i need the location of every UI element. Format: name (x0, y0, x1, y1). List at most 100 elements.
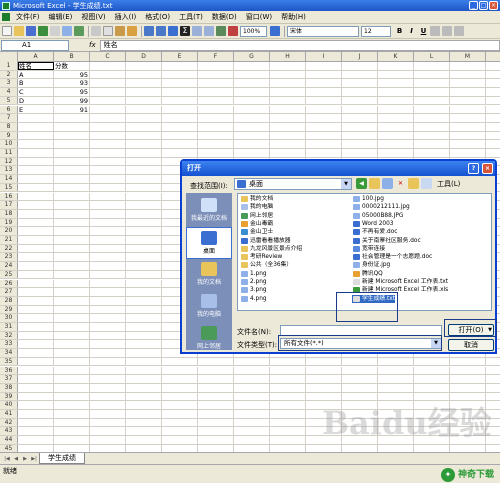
cell[interactable] (18, 401, 54, 409)
cell[interactable] (126, 296, 162, 305)
cell[interactable] (450, 149, 486, 157)
cell[interactable] (18, 175, 54, 183)
cell[interactable] (198, 122, 234, 131)
cell[interactable] (54, 114, 90, 122)
align-center-icon[interactable] (442, 26, 452, 36)
cell[interactable] (18, 279, 54, 288)
cell[interactable] (126, 340, 162, 349)
cell[interactable] (306, 357, 342, 366)
open-folder-icon[interactable] (14, 26, 24, 36)
cell[interactable] (90, 314, 126, 322)
cell[interactable] (234, 96, 270, 105)
row-header[interactable]: 32 (0, 331, 18, 340)
cell[interactable] (54, 244, 90, 253)
cell[interactable] (342, 357, 378, 366)
cell[interactable] (126, 149, 162, 157)
cell[interactable] (198, 114, 234, 122)
cell[interactable] (54, 227, 90, 235)
cell[interactable] (270, 62, 306, 70)
cell[interactable] (306, 140, 342, 148)
cell[interactable] (306, 88, 342, 96)
cell[interactable] (162, 436, 198, 444)
cell[interactable] (270, 140, 306, 148)
cell[interactable] (18, 296, 54, 305)
cell[interactable] (162, 140, 198, 148)
cell[interactable] (162, 410, 198, 418)
cell[interactable] (162, 392, 198, 401)
cell[interactable] (234, 410, 270, 418)
cell[interactable] (234, 140, 270, 148)
cell[interactable] (54, 401, 90, 409)
print-icon[interactable] (50, 26, 60, 36)
sort-ascending-icon[interactable] (192, 26, 202, 36)
file-item[interactable]: 腾讯QQ (352, 270, 383, 278)
cell[interactable] (306, 418, 342, 427)
cell[interactable] (378, 401, 414, 409)
cell[interactable] (198, 427, 234, 436)
cell[interactable] (342, 383, 378, 392)
cell[interactable] (126, 383, 162, 392)
cell[interactable] (270, 79, 306, 88)
file-item[interactable]: 网上邻居 (240, 212, 273, 220)
cell[interactable] (450, 88, 486, 96)
row-header[interactable]: 8 (0, 122, 18, 131)
file-item[interactable]: Word 2003 (352, 220, 394, 228)
cell[interactable] (450, 436, 486, 444)
cell[interactable] (54, 201, 90, 209)
cell[interactable] (342, 105, 378, 114)
cell[interactable] (126, 105, 162, 114)
cancel-button[interactable]: 取消 (448, 339, 494, 351)
cell[interactable] (90, 140, 126, 148)
row-header[interactable]: 25 (0, 270, 18, 279)
italic-button[interactable]: I (406, 26, 417, 37)
column-header[interactable]: D (126, 52, 162, 62)
cell[interactable] (378, 131, 414, 140)
search-web-icon[interactable] (382, 178, 393, 189)
dialog-close-button[interactable]: × (482, 163, 493, 174)
cell[interactable] (450, 105, 486, 114)
cell[interactable] (378, 105, 414, 114)
cell[interactable] (162, 70, 198, 79)
cell[interactable] (342, 366, 378, 375)
cell[interactable] (270, 357, 306, 366)
row-header[interactable]: 11 (0, 149, 18, 157)
cell[interactable] (162, 366, 198, 375)
cell[interactable] (54, 296, 90, 305)
cell[interactable] (414, 105, 450, 114)
cell[interactable] (378, 392, 414, 401)
cell[interactable] (126, 96, 162, 105)
permission-icon[interactable] (38, 26, 48, 36)
cell[interactable] (270, 114, 306, 122)
cell[interactable] (450, 122, 486, 131)
cell[interactable] (18, 218, 54, 227)
cell[interactable] (162, 131, 198, 140)
cell[interactable] (342, 375, 378, 383)
cell[interactable] (126, 262, 162, 270)
cell[interactable] (342, 131, 378, 140)
cell[interactable] (342, 418, 378, 427)
cell[interactable] (306, 401, 342, 409)
cell[interactable] (450, 401, 486, 409)
prev-sheet-icon[interactable]: ◀ (12, 455, 20, 463)
cell[interactable] (378, 70, 414, 79)
drawing-icon[interactable] (228, 26, 238, 36)
cell[interactable] (54, 218, 90, 227)
cell[interactable] (378, 444, 414, 452)
menu-data[interactable]: 数据(D) (212, 12, 237, 22)
cell[interactable] (126, 270, 162, 279)
cell[interactable] (126, 366, 162, 375)
cell[interactable] (18, 201, 54, 209)
cell[interactable] (414, 79, 450, 88)
cell[interactable] (270, 149, 306, 157)
minimize-button[interactable]: _ (469, 1, 478, 10)
cell[interactable] (198, 436, 234, 444)
menu-help[interactable]: 帮助(H) (281, 12, 306, 22)
sheet-tab[interactable]: 学生成绩 (39, 453, 85, 464)
cell[interactable] (90, 349, 126, 357)
row-header[interactable]: 45 (0, 444, 18, 452)
cell[interactable] (90, 175, 126, 183)
cell[interactable] (198, 140, 234, 148)
cell[interactable] (54, 122, 90, 131)
cell[interactable] (234, 383, 270, 392)
row-header[interactable]: 6 (0, 105, 18, 114)
